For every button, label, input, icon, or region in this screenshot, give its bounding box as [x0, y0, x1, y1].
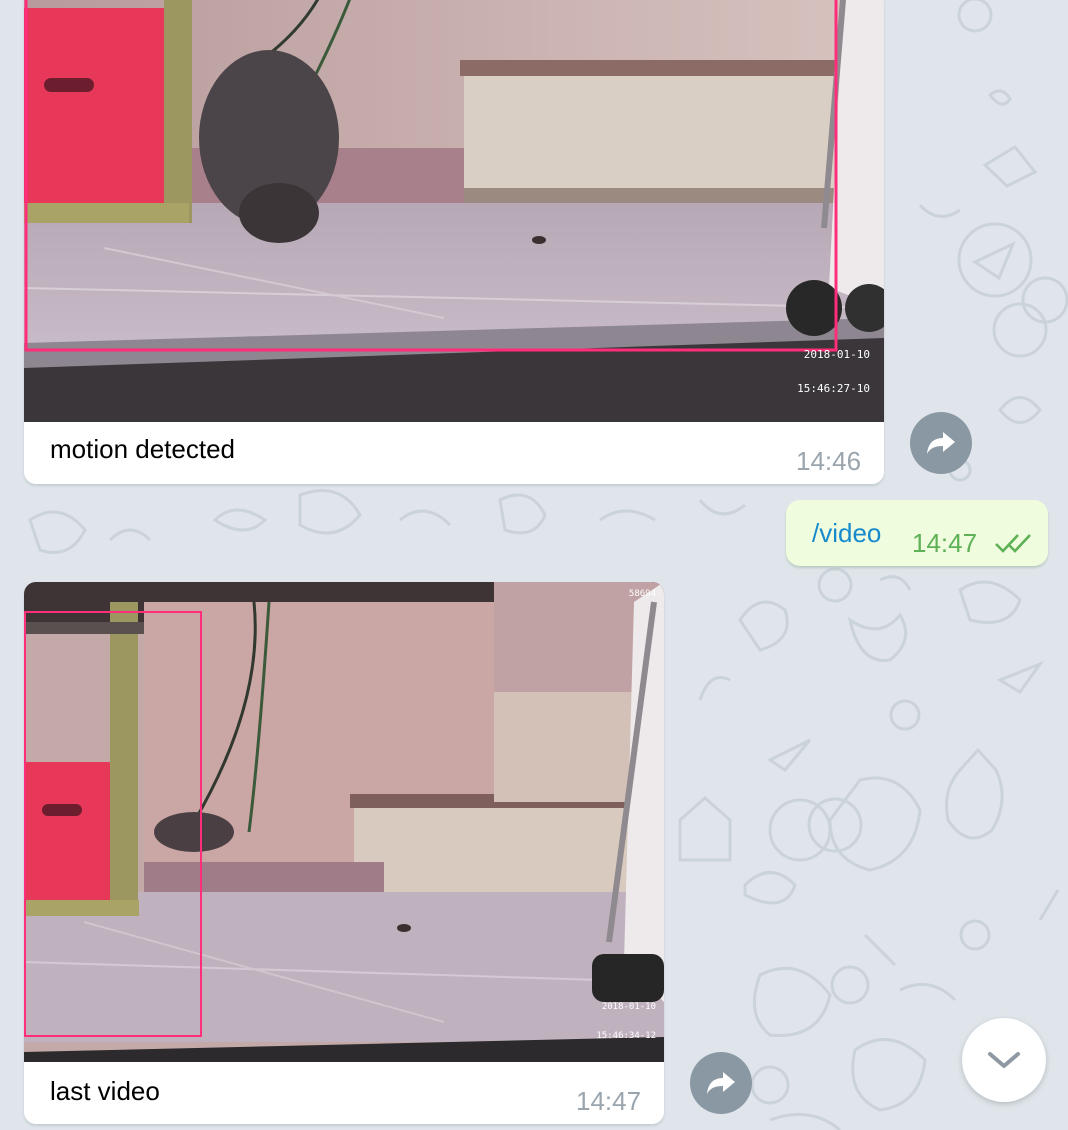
- video-corner-label: 58694: [628, 589, 656, 599]
- message-caption: last video: [50, 1076, 160, 1106]
- video-time: 15:46:34-12: [596, 1030, 656, 1041]
- message-time: 14:47: [576, 1086, 642, 1116]
- double-check-icon: [995, 534, 1031, 553]
- share-button[interactable]: [690, 1052, 752, 1114]
- command-link[interactable]: /video: [812, 518, 881, 549]
- outgoing-message: /video 14:47: [786, 500, 1048, 566]
- video-date: 2018-01-10: [601, 1002, 656, 1013]
- scroll-to-bottom-button[interactable]: [962, 1018, 1046, 1102]
- share-arrow-icon: [707, 1072, 735, 1094]
- photo-date: 2018-01-10: [803, 347, 870, 361]
- incoming-video-message: 58694 2018-01-10 15:46:34-12 last video …: [24, 582, 664, 1124]
- photo-time: 15:46:27-10: [797, 382, 870, 396]
- incoming-photo-message: 2018-01-10 15:46:27-10 motion detected 1…: [24, 0, 884, 484]
- motion-snapshot-image[interactable]: 2018-01-10 15:46:27-10: [24, 0, 884, 422]
- share-arrow-icon: [927, 432, 955, 454]
- message-caption: motion detected: [50, 434, 236, 464]
- share-button[interactable]: [910, 412, 972, 474]
- photo-timestamp: 2018-01-10 15:46:27-10: [797, 326, 870, 418]
- message-time: 14:47: [912, 528, 978, 558]
- chevron-down-icon: [988, 1052, 1020, 1068]
- message-time: 14:46: [796, 446, 862, 476]
- video-thumbnail-image[interactable]: 58694 2018-01-10 15:46:34-12: [24, 582, 664, 1062]
- video-timestamp: 2018-01-10 15:46:34-12: [596, 985, 656, 1061]
